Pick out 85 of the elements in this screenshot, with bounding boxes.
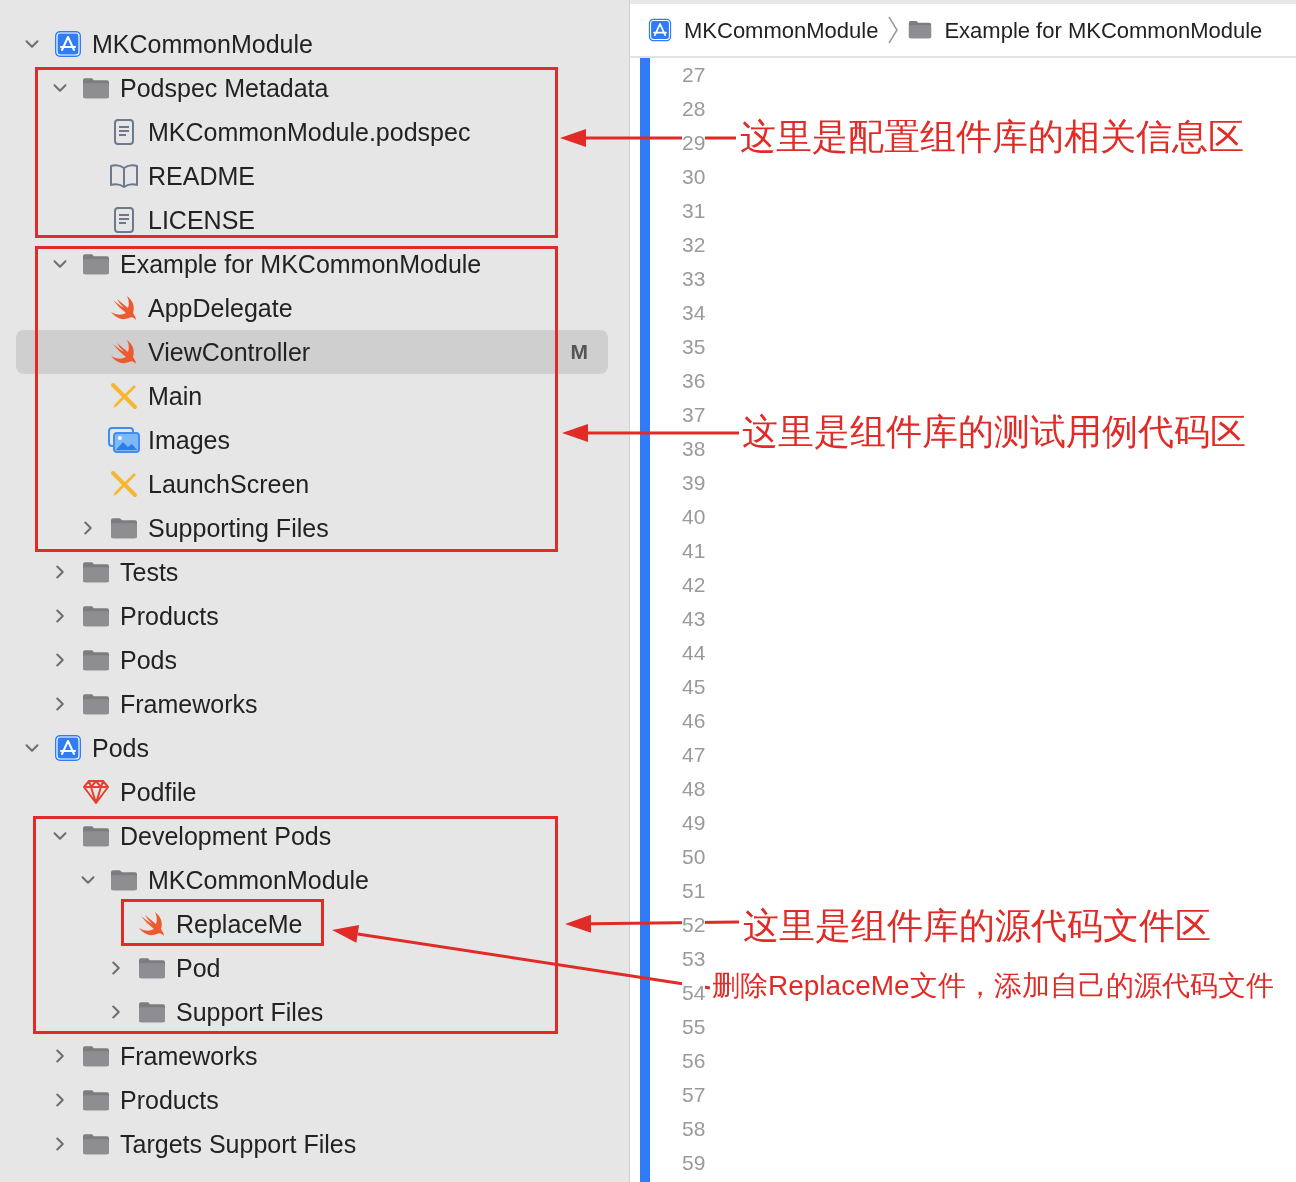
file-name: Targets Support Files xyxy=(120,1129,357,1159)
file-name: Frameworks xyxy=(120,689,258,719)
navigator-row[interactable]: Pod xyxy=(16,946,608,990)
navigator-row[interactable]: ReplaceMe xyxy=(16,902,608,946)
file-name: Main xyxy=(148,381,203,411)
navigator-row[interactable]: Example for MKCommonModule xyxy=(16,242,608,286)
folder-icon xyxy=(82,1132,110,1156)
navigator-row[interactable]: Pods xyxy=(16,726,608,770)
navigator-row[interactable]: ViewController M xyxy=(16,330,608,374)
file-name: Pods xyxy=(92,733,149,763)
images-icon xyxy=(108,426,140,454)
navigator-row[interactable]: Frameworks xyxy=(16,1034,608,1078)
folder-icon xyxy=(82,824,110,848)
file-name: Images xyxy=(148,425,230,455)
navigator-row[interactable]: Podfile xyxy=(16,770,608,814)
navigator-row[interactable]: LICENSE xyxy=(16,198,608,242)
modified-status: M xyxy=(570,339,588,366)
navigator-row[interactable]: MKCommonModule xyxy=(16,858,608,902)
folder-icon xyxy=(82,560,110,584)
navigator-row[interactable]: MKCommonModule xyxy=(16,22,608,66)
folder-icon xyxy=(138,1000,166,1024)
folder-icon xyxy=(110,516,138,540)
navigator-row[interactable]: Support Files xyxy=(16,990,608,1034)
file-name: ReplaceMe xyxy=(176,909,303,939)
folder-icon xyxy=(82,692,110,716)
file-name: Frameworks xyxy=(120,1041,258,1071)
folder-icon xyxy=(908,20,933,40)
navigator-row[interactable]: Pods xyxy=(16,638,608,682)
app-icon xyxy=(54,734,82,762)
app-icon xyxy=(648,18,672,42)
folder-icon xyxy=(82,1044,110,1068)
file-name: Supporting Files xyxy=(148,513,329,543)
folder-icon xyxy=(82,1088,110,1112)
navigator-row[interactable]: MKCommonModule.podspec xyxy=(16,110,608,154)
file-name: Pods xyxy=(120,645,177,675)
file-name: LICENSE xyxy=(148,205,255,235)
navigator-row[interactable]: Targets Support Files xyxy=(16,1122,608,1166)
navigator-row[interactable]: Supporting Files xyxy=(16,506,608,550)
folder-icon xyxy=(110,868,138,892)
file-name: ViewController xyxy=(148,337,311,367)
navigator-row[interactable]: Frameworks xyxy=(16,682,608,726)
book-icon xyxy=(109,163,139,189)
folder-icon xyxy=(82,252,110,276)
document-icon xyxy=(113,118,135,146)
swift-icon xyxy=(109,295,139,321)
navigator-row[interactable]: Products xyxy=(16,594,608,638)
pencil-ruler-icon xyxy=(110,470,138,498)
file-name: Podfile xyxy=(120,777,197,807)
folder-icon xyxy=(138,956,166,980)
annotation-text: 删除ReplaceMe文件，添加自己的源代码文件 xyxy=(712,968,1274,1003)
navigator-row[interactable]: Main xyxy=(16,374,608,418)
file-name: README xyxy=(148,161,255,191)
app-icon xyxy=(54,30,82,58)
file-name: Support Files xyxy=(176,997,324,1027)
navigator-row[interactable]: Images xyxy=(16,418,608,462)
file-name: Products xyxy=(120,1085,219,1115)
navigator-row[interactable]: Podspec Metadata xyxy=(16,66,608,110)
file-name: Example for MKCommonModule xyxy=(120,249,482,279)
file-name: MKCommonModule xyxy=(92,29,313,59)
folder-icon xyxy=(82,76,110,100)
file-name: Products xyxy=(120,601,219,631)
gem-icon xyxy=(82,779,110,805)
navigator-row[interactable]: LaunchScreen xyxy=(16,462,608,506)
breadcrumb-item[interactable]: MKCommonModule xyxy=(648,13,879,47)
document-icon xyxy=(113,206,135,234)
navigator-row[interactable]: README xyxy=(16,154,608,198)
chevron-right-icon xyxy=(886,15,901,45)
file-name: Tests xyxy=(120,557,179,587)
file-name: MKCommonModule.podspec xyxy=(148,117,471,147)
swift-icon xyxy=(109,339,139,365)
swift-icon xyxy=(137,911,167,937)
file-name: Pod xyxy=(176,953,221,983)
navigator-row[interactable]: AppDelegate xyxy=(16,286,608,330)
file-name: LaunchScreen xyxy=(148,469,310,499)
navigator-row[interactable]: Products xyxy=(16,1078,608,1122)
navigator-row[interactable]: Tests xyxy=(16,550,608,594)
breadcrumb-item[interactable]: Example for MKCommonModule xyxy=(908,13,1263,47)
file-name: Development Pods xyxy=(120,821,332,851)
pencil-ruler-icon xyxy=(110,382,138,410)
file-name: MKCommonModule xyxy=(148,865,369,895)
file-name: AppDelegate xyxy=(148,293,293,323)
navigator-row[interactable]: Development Pods xyxy=(16,814,608,858)
file-name: Podspec Metadata xyxy=(120,73,329,103)
folder-icon xyxy=(82,648,110,672)
folder-icon xyxy=(82,604,110,628)
